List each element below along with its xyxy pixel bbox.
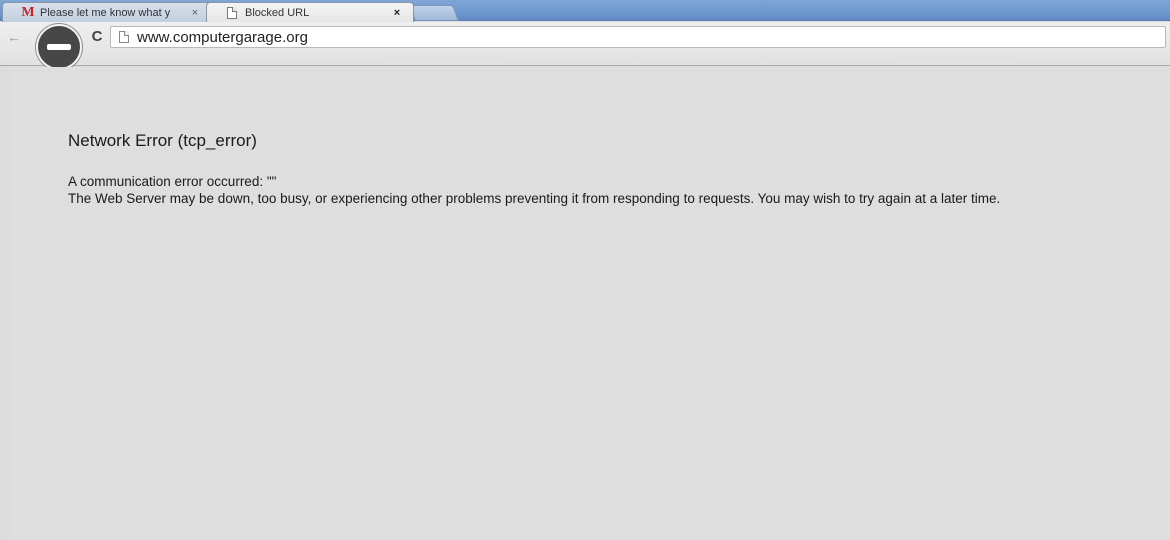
close-tab-button[interactable]: × <box>187 7 203 19</box>
tab-title: Please let me know what y <box>40 6 171 19</box>
minus-icon <box>47 44 71 50</box>
back-button[interactable]: ← <box>4 28 24 46</box>
tab-title: Blocked URL <box>245 6 310 19</box>
document-icon <box>227 6 237 19</box>
tab-blocked-url[interactable]: Blocked URL × <box>206 2 414 22</box>
reload-icon[interactable]: C <box>88 27 106 47</box>
error-title: Network Error (tcp_error) <box>68 131 257 150</box>
error-detail: A communication error occurred: "" <box>68 174 277 189</box>
page-icon <box>119 31 129 43</box>
error-description: The Web Server may be down, too busy, or… <box>68 191 1001 206</box>
tab-gmail[interactable]: M Please let me know what y × <box>2 2 212 22</box>
navigation-row: ← C www.computergarage.org <box>0 24 1170 70</box>
address-bar[interactable]: www.computergarage.org <box>110 26 1166 48</box>
forward-button[interactable] <box>36 24 82 70</box>
tab-strip: M Please let me know what y × Blocked UR… <box>0 0 1170 22</box>
gmail-icon: M <box>21 4 35 20</box>
browser-window: M Please let me know what y × Blocked UR… <box>0 0 1170 540</box>
toolbar: ← C www.computergarage.org <box>0 22 1170 70</box>
close-tab-button[interactable]: × <box>389 7 405 19</box>
url-text[interactable]: www.computergarage.org <box>137 29 308 46</box>
page-content: Network Error (tcp_error) A communicatio… <box>10 67 1170 540</box>
error-message: Network Error (tcp_error) A communicatio… <box>68 131 1088 207</box>
new-tab-button[interactable] <box>409 5 459 21</box>
